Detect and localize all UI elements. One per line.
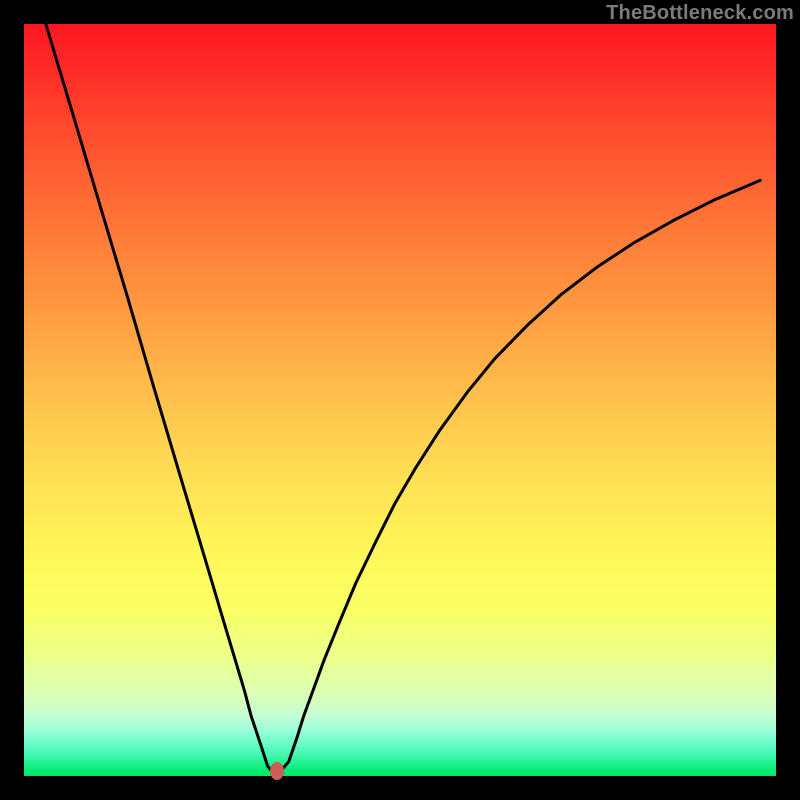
bottleneck-marker <box>270 762 284 780</box>
bottleneck-curve <box>24 24 776 776</box>
watermark: TheBottleneck.com <box>606 2 794 25</box>
